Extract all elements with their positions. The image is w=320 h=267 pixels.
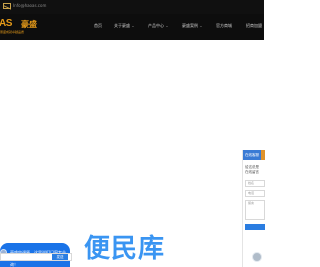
watermark-text: 便民库 [84,234,166,264]
mail-icon [3,3,11,9]
message-field[interactable]: 留言 [245,200,265,220]
nav-item-label: 关于豪盛 [114,23,130,28]
phone-field[interactable]: 电话 [245,190,265,197]
nav-item-franchise[interactable]: 招商加盟 [246,23,262,29]
service-prompt-line: 在线留言 [245,170,259,174]
nav-item-products[interactable]: 产品中心 ⌄ [148,23,168,29]
online-service-panel: 在线客服 给这说是 在线留言 姓名 电话 留言 [242,150,265,267]
site-header: AS 豪盛 豪盛成就卓越品质 首页 关于豪盛 ⌄ 产品中心 ⌄ 豪盛案例 ⌄ 官… [0,14,264,40]
service-avatar[interactable] [252,252,262,262]
service-panel-title: 在线客服 [245,153,259,157]
panel-tab-badge[interactable] [261,150,265,160]
service-panel-header[interactable]: 在线客服 [243,150,265,160]
nav-item-home[interactable]: 首页 [94,23,102,29]
send-button[interactable]: 发送 [52,254,68,260]
nav-item-label: 官方商城 [216,23,232,28]
nav-item-label: 豪盛案例 [182,23,198,28]
submit-button[interactable] [245,224,265,230]
nav-item-label: 招商加盟 [246,23,262,28]
nav-item-about[interactable]: 关于豪盛 ⌄ [114,23,134,29]
chevron-down-icon: ⌄ [199,24,203,28]
main-nav: 首页 关于豪盛 ⌄ 产品中心 ⌄ 豪盛案例 ⌄ 官方商城 招商加盟 [0,14,264,40]
contact-email[interactable]: Info@haoas.com [13,3,46,8]
name-field[interactable]: 姓名 [245,180,265,187]
chevron-down-icon: ⌄ [131,24,135,28]
chevron-down-icon: ⌄ [165,24,169,28]
nav-item-cases[interactable]: 豪盛案例 ⌄ [182,23,202,29]
service-prompt: 给这说是 在线留言 [245,165,259,175]
top-bar: Info@haoas.com [0,0,264,14]
nav-item-label: 产品中心 [148,23,164,28]
nav-item-store[interactable]: 官方商城 [216,23,232,29]
nav-item-label: 首页 [94,23,102,28]
